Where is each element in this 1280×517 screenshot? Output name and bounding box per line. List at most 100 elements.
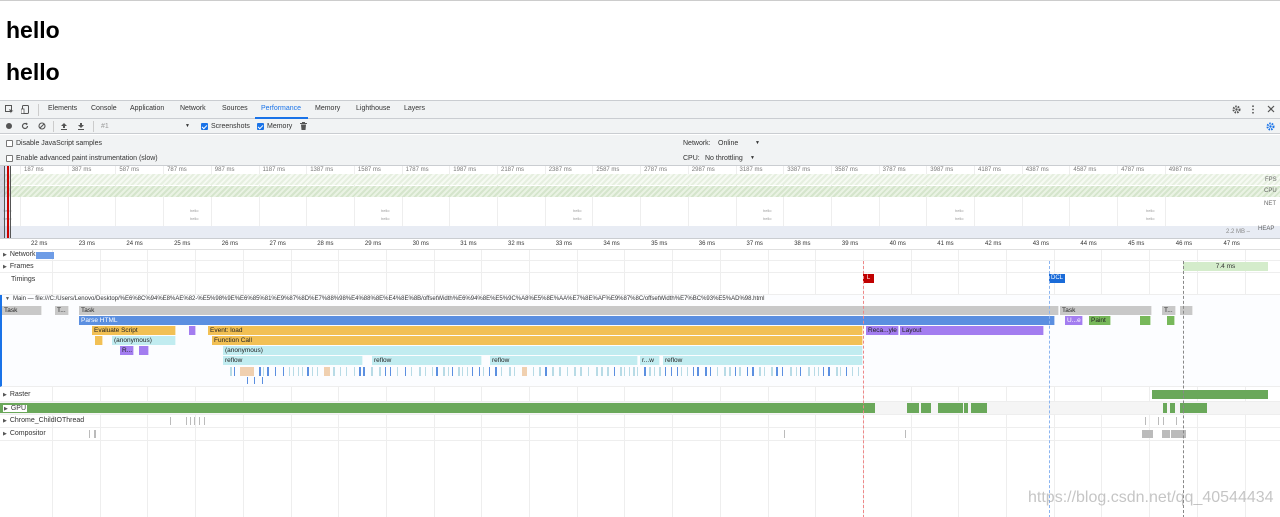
flame-paint[interactable] [1140, 316, 1151, 325]
io-event[interactable] [190, 417, 191, 425]
flame-paint[interactable]: Paint [1089, 316, 1111, 325]
flame-task[interactable] [1180, 306, 1193, 315]
gpu-bar[interactable] [938, 403, 963, 413]
main-thread-track[interactable]: ▼ Main — file:///C:/Users/Lenovo/Desktop/… [0, 295, 1280, 387]
gpu-bar[interactable] [0, 403, 875, 413]
inspect-element-icon[interactable] [5, 105, 14, 117]
frames-track[interactable]: ▶ Frames 7.4 ms [0, 261, 1280, 273]
io-event[interactable] [204, 417, 205, 425]
flame-layout[interactable]: Layout [900, 326, 1044, 335]
recording-select[interactable]: #1 ▼ [97, 121, 194, 132]
settings-gear-icon[interactable] [1232, 105, 1241, 117]
compositor-event[interactable] [89, 430, 90, 438]
compositor-event[interactable] [94, 430, 96, 438]
tab-elements[interactable]: Elements [48, 105, 77, 112]
network-track[interactable]: ▶ Network [0, 250, 1280, 261]
timings-track[interactable]: Timings L DCL [0, 273, 1280, 295]
flame-task[interactable]: Task [2, 306, 42, 315]
flame-micro-event [596, 367, 598, 376]
flame-reflow[interactable]: r...w [640, 356, 660, 365]
io-event[interactable] [1163, 417, 1164, 425]
gpu-bar[interactable] [1170, 403, 1175, 413]
advanced-paint-checkbox[interactable] [6, 155, 13, 162]
flame-recalc[interactable]: R... [120, 346, 134, 355]
more-options-icon[interactable] [1251, 105, 1255, 117]
upload-profile-icon[interactable] [60, 122, 68, 133]
cpu-throttle-select[interactable]: No throttling [705, 155, 743, 162]
flame-reflow[interactable]: reflow [490, 356, 638, 365]
io-event[interactable] [1176, 417, 1177, 425]
flame-reflow[interactable]: reflow [372, 356, 482, 365]
io-event[interactable] [1158, 417, 1159, 425]
tab-sources[interactable]: Sources [222, 105, 248, 112]
gpu-bar[interactable] [1163, 403, 1167, 413]
flame-micro-event [697, 367, 699, 376]
compositor-event[interactable] [905, 430, 906, 438]
flame-reflow[interactable]: reflow [663, 356, 863, 365]
flame-reflow[interactable]: reflow [223, 356, 363, 365]
flame-event-load[interactable]: Event: load [208, 326, 863, 335]
tab-performance[interactable]: Performance [261, 105, 301, 112]
flame-parse-html[interactable]: Parse HTML [79, 316, 1055, 325]
flame-task[interactable]: Task [79, 306, 1059, 315]
timeline-overview[interactable]: 187 ms 387 ms 587 ms 787 ms 987 ms 1187 ms 138… [0, 166, 1280, 239]
flame-anonymous[interactable]: (anonymous) [223, 346, 863, 355]
io-event[interactable] [186, 417, 187, 425]
clear-icon[interactable] [38, 122, 46, 133]
disable-js-samples-checkbox[interactable] [6, 140, 13, 147]
flame-micro-event [776, 367, 778, 376]
gpu-bar[interactable] [964, 403, 968, 413]
capture-settings-gear-icon[interactable] [1266, 122, 1275, 134]
flame-update-layer-tree[interactable]: U...e [1065, 316, 1083, 325]
tab-application[interactable]: Application [130, 105, 164, 112]
flame-function-call[interactable]: Function Call [212, 336, 863, 345]
gpu-bar[interactable] [921, 403, 931, 413]
tab-memory[interactable]: Memory [315, 105, 340, 112]
reload-record-icon[interactable] [21, 122, 29, 133]
record-icon[interactable] [5, 122, 13, 133]
tab-network[interactable]: Network [180, 105, 206, 112]
flame-evaluate-script[interactable]: Evaluate Script [92, 326, 176, 335]
flame-task[interactable]: Task [1060, 306, 1152, 315]
load-event-marker[interactable]: L [863, 274, 874, 283]
child-io-thread-track[interactable]: ▶ Chrome_ChildIOThread [0, 415, 1280, 428]
compositor-event[interactable] [784, 430, 785, 438]
device-toolbar-icon[interactable] [20, 105, 30, 117]
compositor-event[interactable] [1142, 430, 1153, 438]
flame-recalc-style[interactable]: Reca...yle [866, 326, 899, 335]
dcl-event-marker[interactable]: DCL [1049, 274, 1065, 283]
flame-anonymous[interactable]: (anonymous) [112, 336, 176, 345]
compositor-event[interactable] [1162, 430, 1170, 438]
io-event[interactable] [194, 417, 195, 425]
flame-paint[interactable] [1167, 316, 1175, 325]
memory-checkbox[interactable] [257, 123, 264, 130]
tab-console[interactable]: Console [91, 105, 117, 112]
network-throttle-select[interactable]: Online [718, 140, 738, 147]
raster-track[interactable]: ▶ Raster [0, 389, 1280, 402]
flame-micro-event [495, 367, 497, 376]
gpu-bar[interactable] [1180, 403, 1207, 413]
flame-task[interactable]: T... [1162, 306, 1176, 315]
download-profile-icon[interactable] [77, 122, 85, 133]
network-request-bar[interactable] [36, 252, 54, 259]
flame-task[interactable]: T... [55, 306, 69, 315]
io-event[interactable] [170, 417, 171, 425]
gpu-track[interactable]: ▶ GPU [0, 402, 1280, 415]
frame-bar[interactable]: 7.4 ms [1183, 262, 1268, 271]
io-event[interactable] [199, 417, 200, 425]
screenshots-checkbox[interactable] [201, 123, 208, 130]
close-devtools-icon[interactable] [1267, 105, 1275, 116]
flame-rendering[interactable] [139, 346, 149, 355]
gpu-bar[interactable] [971, 403, 987, 413]
tab-lighthouse[interactable]: Lighthouse [356, 105, 390, 112]
tab-layers[interactable]: Layers [404, 105, 425, 112]
io-event[interactable] [1145, 417, 1146, 425]
raster-bar[interactable] [1152, 390, 1268, 399]
flame-chart[interactable]: Task T... Task Task T... Parse HTML Eval… [2, 306, 1280, 386]
flame-script[interactable] [95, 336, 103, 345]
compositor-track[interactable]: ▶ Compositor [0, 428, 1280, 441]
flame-rendering[interactable] [189, 326, 196, 335]
overview-tick-label: 2587 ms [596, 167, 620, 173]
gpu-bar[interactable] [907, 403, 919, 413]
collect-garbage-icon[interactable] [300, 122, 307, 133]
